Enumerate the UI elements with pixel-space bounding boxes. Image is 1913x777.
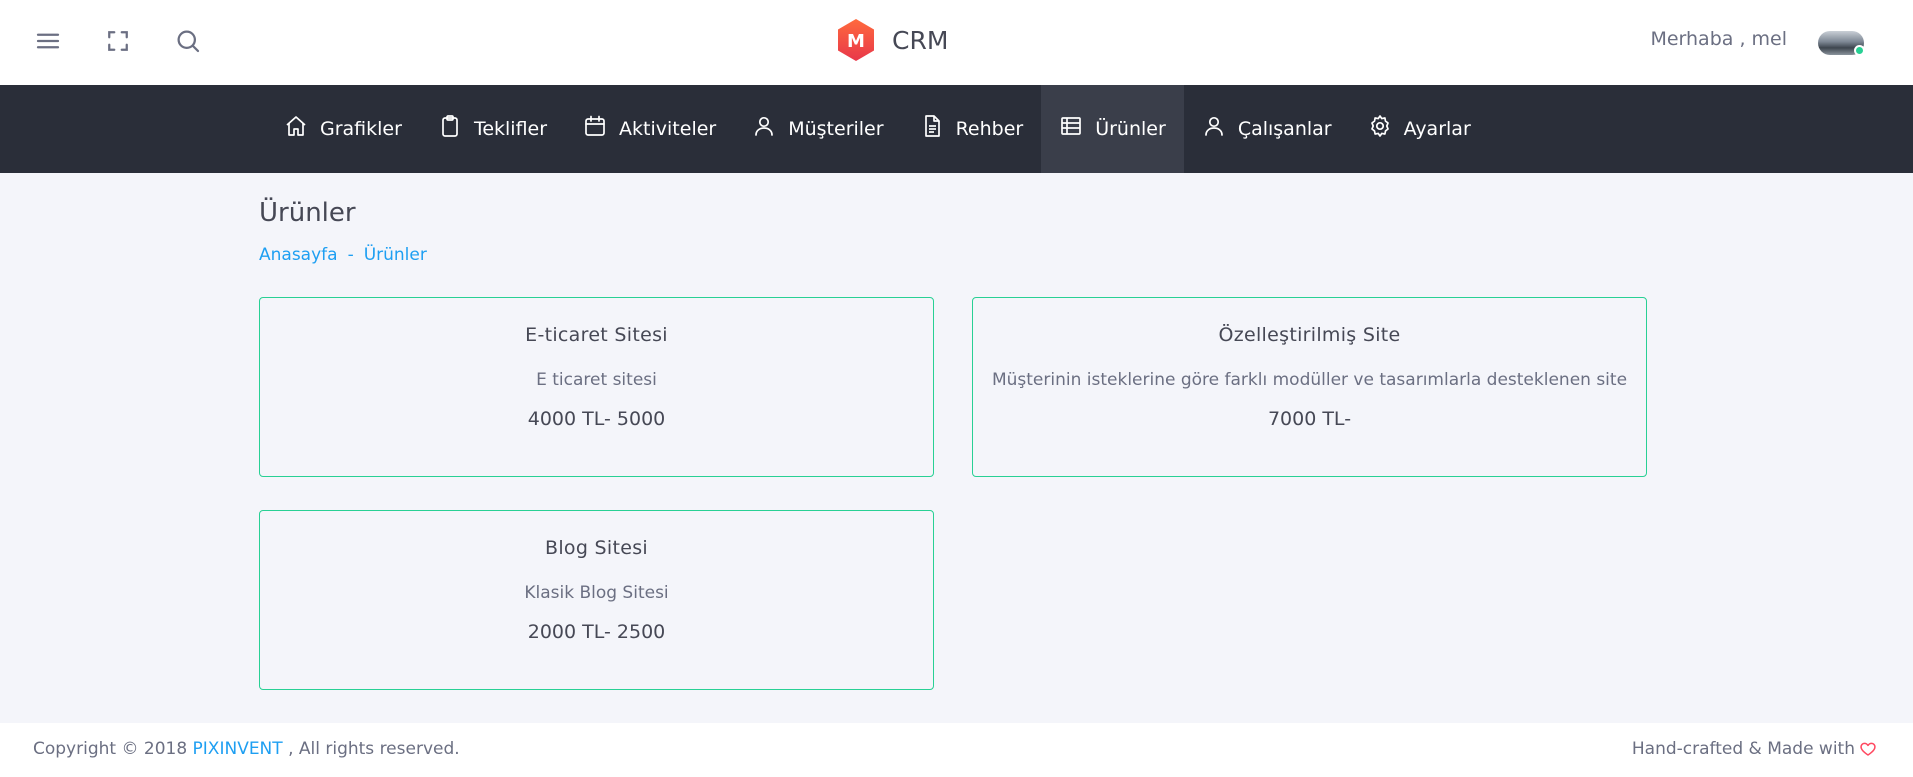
nav-item-teklifler[interactable]: Teklifler — [420, 85, 565, 173]
made-with-text: Hand-crafted & Made with — [1632, 739, 1877, 759]
nav-item-ayarlar[interactable]: Ayarlar — [1350, 85, 1489, 173]
nav-item-urunler[interactable]: Ürünler — [1041, 85, 1184, 173]
nav-label: Rehber — [955, 118, 1024, 140]
breadcrumb-current-link[interactable]: Ürünler — [364, 245, 427, 265]
online-status-dot — [1854, 45, 1865, 56]
breadcrumb-separator: - — [347, 245, 354, 265]
nav-item-grafikler[interactable]: Grafikler — [266, 85, 420, 173]
company-link[interactable]: PIXINVENT — [193, 739, 283, 759]
copyright-text: Copyright © 2018 PIXINVENT , All rights … — [33, 739, 460, 759]
nav-label: Teklifler — [473, 118, 548, 140]
brand-name: CRM — [892, 25, 949, 55]
top-header: M CRM Merhaba , mel — [0, 0, 1913, 85]
made-with-label: Hand-crafted & Made with — [1631, 739, 1855, 759]
nav-label: Grafikler — [320, 118, 402, 140]
calendar-icon — [583, 114, 607, 138]
copyright-prefix: Copyright © 2018 — [33, 739, 193, 759]
product-card[interactable]: Özelleştirilmiş Site Müşterinin istekler… — [972, 297, 1647, 477]
nav-label: Müşteriler — [788, 118, 884, 140]
breadcrumb-home-link[interactable]: Anasayfa — [259, 245, 338, 265]
product-title: Blog Sitesi — [545, 537, 648, 559]
product-description: E ticaret sitesi — [536, 370, 657, 390]
table-list-icon — [1059, 114, 1083, 138]
nav-label: Ayarlar — [1403, 118, 1471, 140]
product-title: Özelleştirilmiş Site — [1218, 324, 1401, 346]
page-title: Ürünler — [259, 198, 356, 228]
clipboard-icon — [438, 114, 462, 138]
product-price: 7000 TL- — [1267, 408, 1352, 430]
product-description: Klasik Blog Sitesi — [524, 583, 669, 603]
heart-icon — [1859, 740, 1877, 758]
menu-icon[interactable] — [33, 26, 63, 56]
product-price: 4000 TL- 5000 — [527, 408, 666, 430]
document-icon — [920, 114, 944, 138]
product-card[interactable]: Blog Sitesi Klasik Blog Sitesi 2000 TL- … — [259, 510, 934, 690]
nav-item-musteriler[interactable]: Müşteriler — [734, 85, 901, 173]
nav-item-rehber[interactable]: Rehber — [902, 85, 1042, 173]
user-icon — [752, 114, 776, 138]
brand-letter: M — [847, 31, 865, 52]
breadcrumb: Anasayfa - Ürünler — [259, 245, 427, 265]
nav-label: Ürünler — [1095, 118, 1166, 140]
nav-item-aktiviteler[interactable]: Aktiviteler — [565, 85, 734, 173]
product-title: E-ticaret Sitesi — [525, 324, 668, 346]
brand-logo-icon: M — [834, 18, 878, 62]
copyright-suffix: , All rights reserved. — [282, 739, 460, 759]
main-nav: Grafikler Teklifler Aktiviteler Müşteril… — [0, 85, 1913, 173]
gear-icon — [1368, 114, 1392, 138]
nav-label: Aktiviteler — [619, 118, 717, 140]
search-icon[interactable] — [173, 26, 203, 56]
product-price: 2000 TL- 2500 — [527, 621, 666, 643]
product-card[interactable]: E-ticaret Sitesi E ticaret sitesi 4000 T… — [259, 297, 934, 477]
user-greeting[interactable]: Merhaba , mel — [1650, 28, 1787, 50]
nav-label: Çalışanlar — [1237, 118, 1332, 140]
brand[interactable]: M CRM — [834, 18, 948, 62]
fullscreen-icon[interactable] — [103, 26, 133, 56]
home-icon — [284, 114, 308, 138]
footer: Copyright © 2018 PIXINVENT , All rights … — [0, 723, 1913, 777]
user-icon — [1202, 114, 1226, 138]
avatar[interactable] — [1818, 31, 1865, 56]
nav-item-calisanlar[interactable]: Çalışanlar — [1184, 85, 1350, 173]
product-description: Müşterinin isteklerine göre farklı modül… — [991, 370, 1628, 390]
